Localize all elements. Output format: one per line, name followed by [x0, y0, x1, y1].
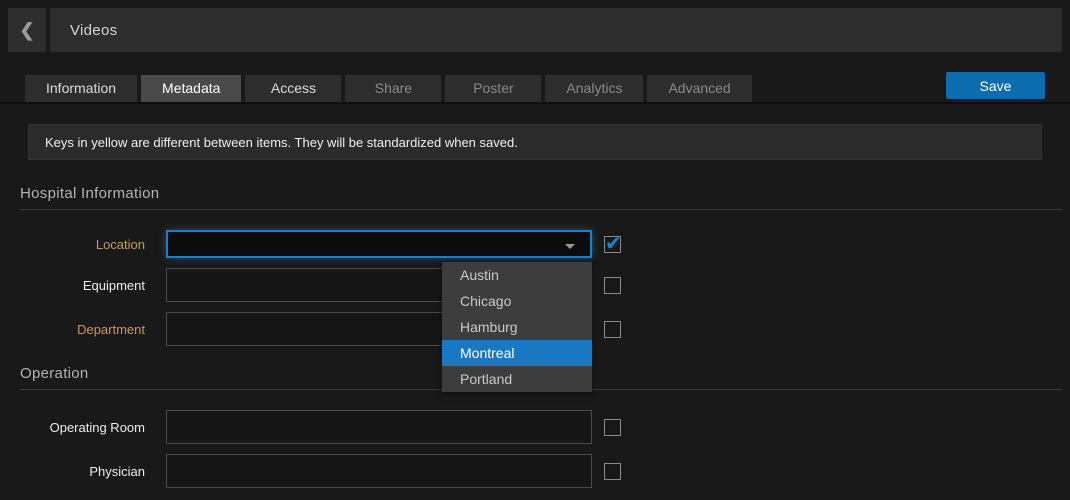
field-row-operating-room: Operating Room — [0, 410, 1070, 444]
operating-room-checkbox[interactable] — [604, 419, 621, 436]
tab-share[interactable]: Share — [345, 75, 441, 102]
operation-form: Operating Room Physician — [0, 410, 1070, 488]
hospital-information-form: Location Austin Chicago Hamburg Montreal… — [0, 230, 1070, 346]
tab-bar: Information Metadata Access Share Poster… — [0, 75, 1070, 104]
field-row-physician: Physician — [0, 454, 1070, 488]
chevron-left-icon: ❮ — [19, 20, 34, 41]
location-dropdown: Austin Chicago Hamburg Montreal Portland — [442, 262, 592, 392]
physician-input[interactable] — [166, 454, 592, 488]
tab-access[interactable]: Access — [245, 75, 341, 102]
info-banner: Keys in yellow are different between ite… — [28, 124, 1042, 160]
dropdown-option-chicago[interactable]: Chicago — [442, 288, 592, 314]
department-checkbox[interactable] — [604, 321, 621, 338]
physician-checkbox[interactable] — [604, 463, 621, 480]
tab-metadata[interactable]: Metadata — [141, 75, 241, 102]
header: ❮ Videos — [8, 8, 1062, 52]
page-title: Videos — [70, 22, 117, 39]
chevron-down-icon — [565, 244, 575, 249]
info-banner-text: Keys in yellow are different between ite… — [45, 135, 518, 150]
back-button[interactable]: ❮ — [8, 8, 46, 52]
location-label: Location — [0, 237, 166, 252]
tab-information[interactable]: Information — [25, 75, 137, 102]
equipment-label: Equipment — [0, 278, 166, 293]
save-button[interactable]: Save — [946, 72, 1045, 99]
location-checkbox[interactable] — [604, 236, 621, 253]
operating-room-input[interactable] — [166, 410, 592, 444]
tab-advanced[interactable]: Advanced — [647, 75, 751, 102]
physician-label: Physician — [0, 464, 166, 479]
title-bar: Videos — [50, 8, 1062, 52]
tab-analytics[interactable]: Analytics — [545, 75, 643, 102]
dropdown-option-montreal[interactable]: Montreal — [442, 340, 592, 366]
dropdown-option-hamburg[interactable]: Hamburg — [442, 314, 592, 340]
location-select[interactable]: Austin Chicago Hamburg Montreal Portland — [166, 230, 592, 258]
dropdown-option-austin[interactable]: Austin — [442, 262, 592, 288]
tab-list: Information Metadata Access Share Poster… — [25, 75, 752, 102]
section-title-hospital-information: Hospital Information — [20, 185, 1062, 210]
video-metadata-page: ❮ Videos Information Metadata Access Sha… — [0, 0, 1070, 500]
field-row-location: Location Austin Chicago Hamburg Montreal… — [0, 230, 1070, 258]
equipment-checkbox[interactable] — [604, 277, 621, 294]
tab-poster[interactable]: Poster — [445, 75, 541, 102]
dropdown-option-portland[interactable]: Portland — [442, 366, 592, 392]
department-label: Department — [0, 322, 166, 337]
operating-room-label: Operating Room — [0, 420, 166, 435]
